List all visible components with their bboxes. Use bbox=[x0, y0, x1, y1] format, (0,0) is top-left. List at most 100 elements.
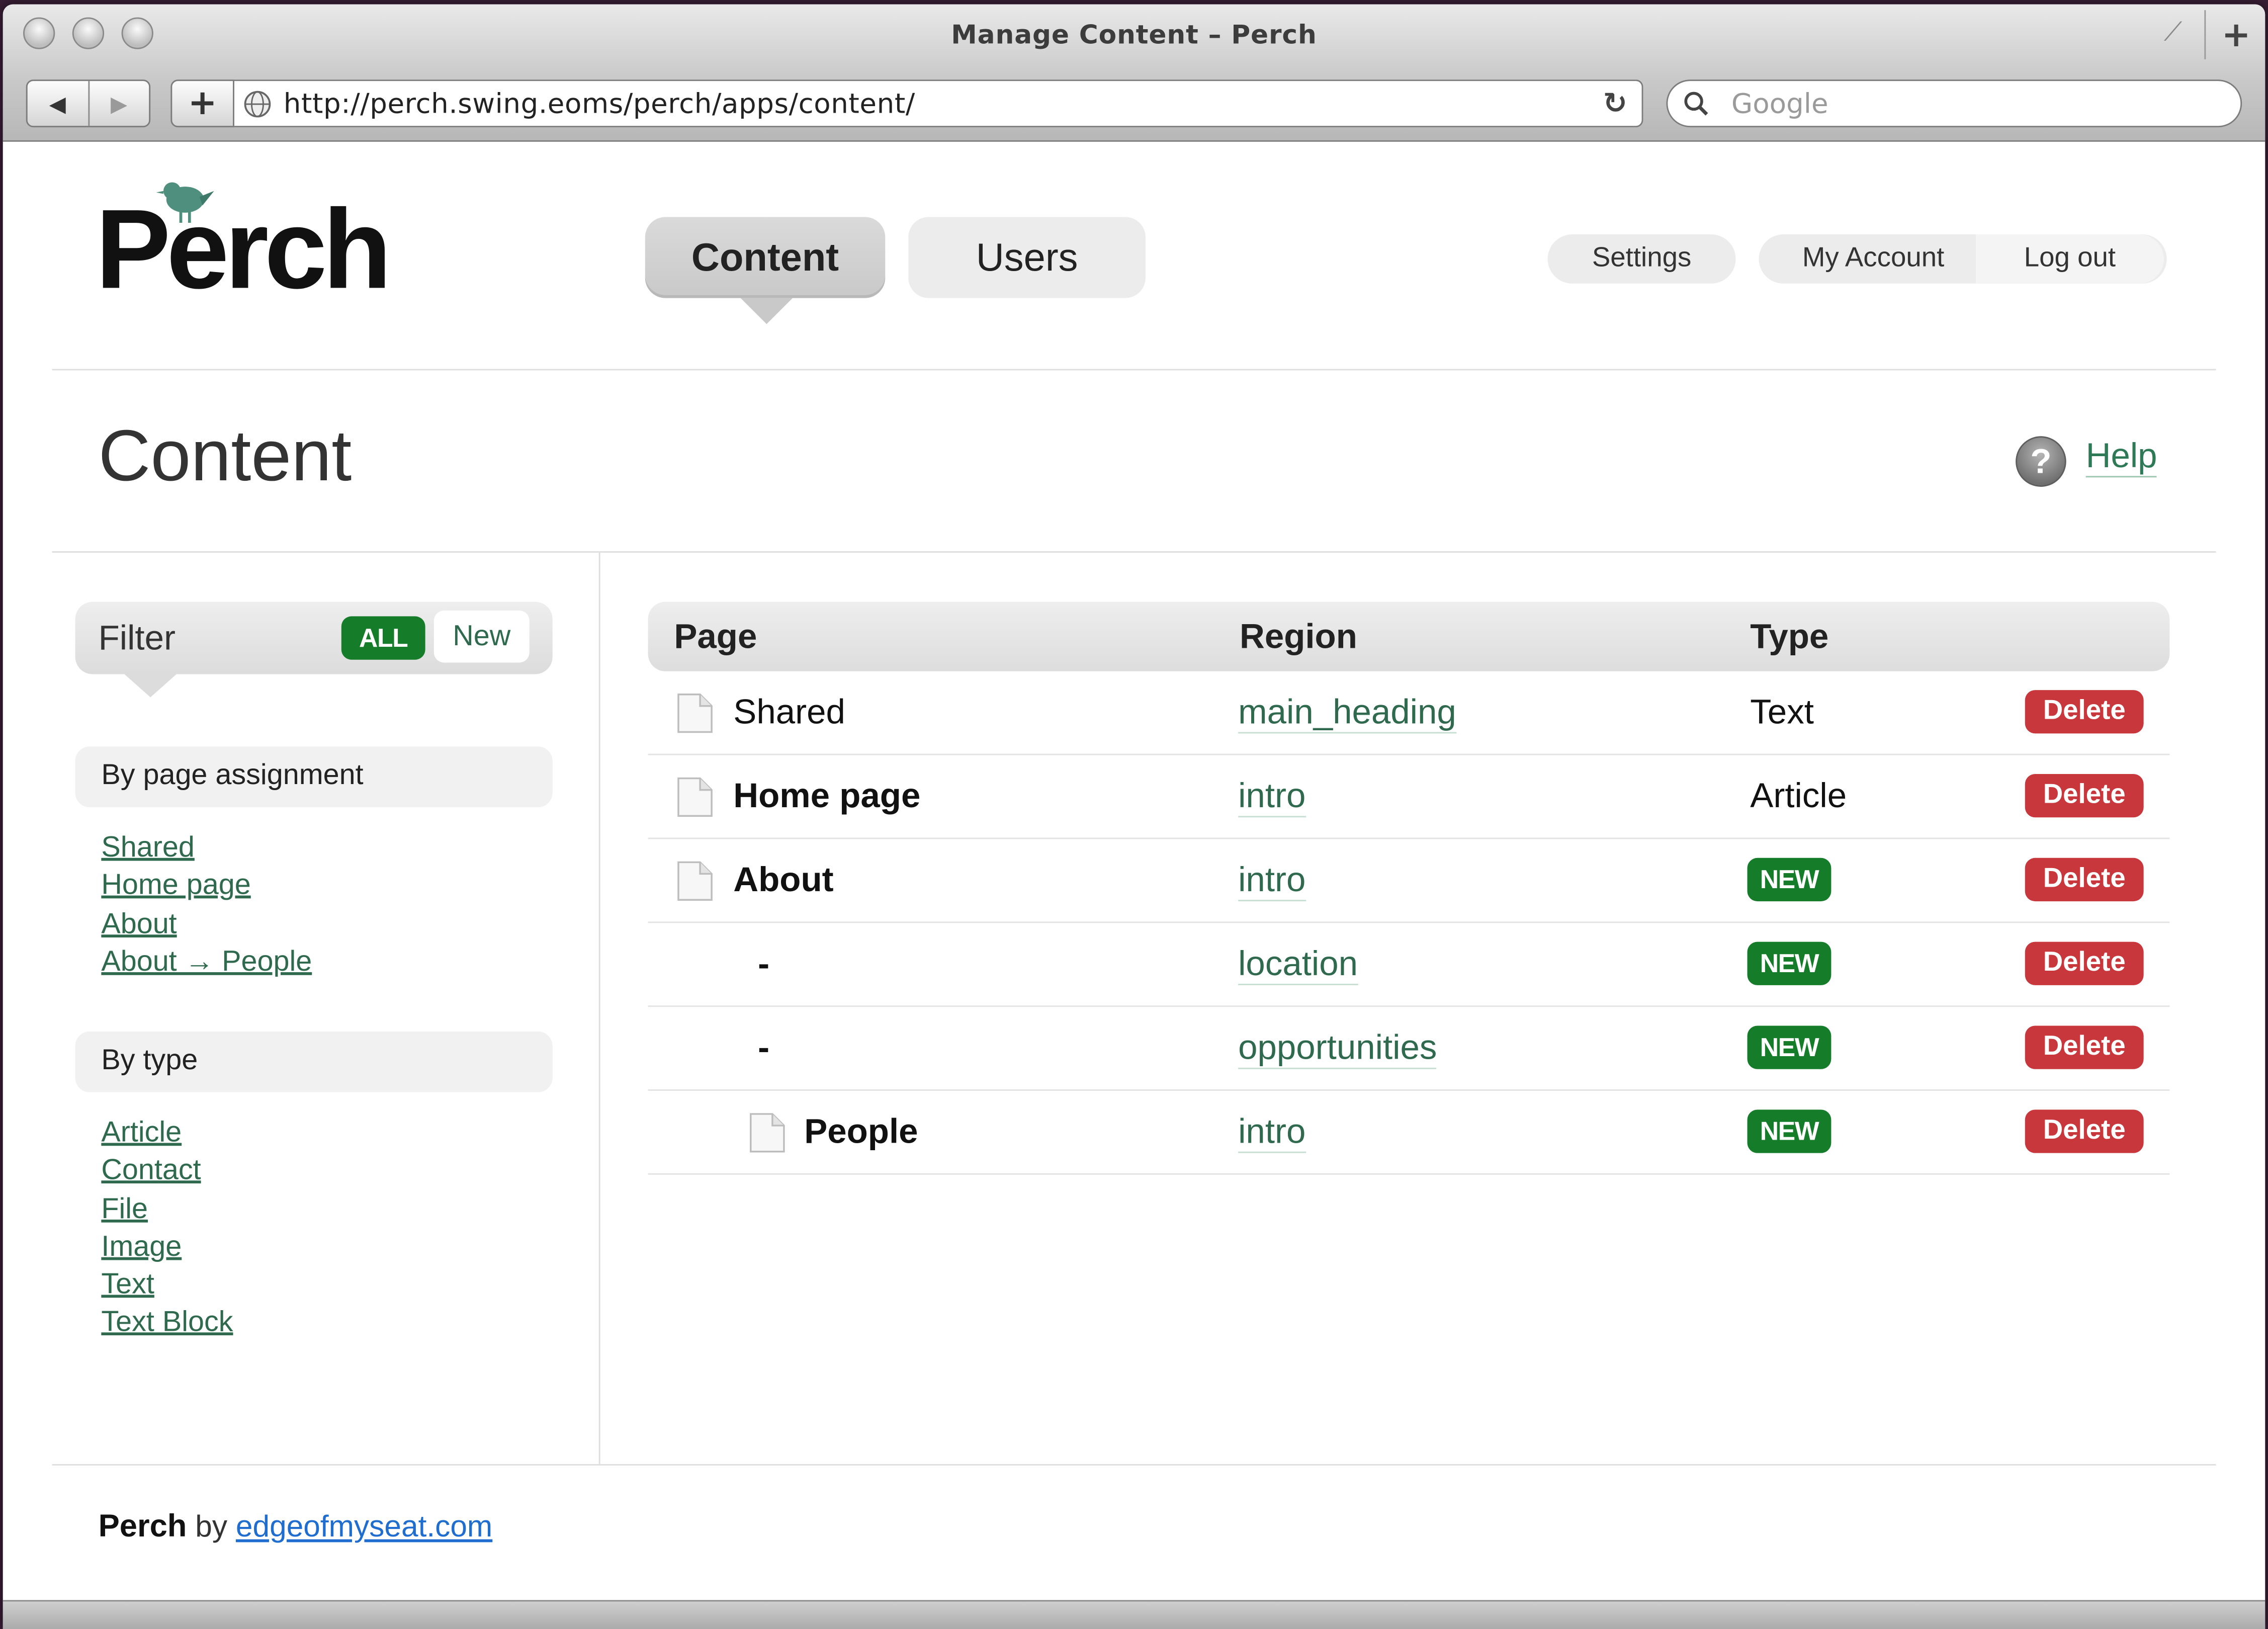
site-globe-icon bbox=[244, 91, 271, 118]
type-value: Article bbox=[1750, 777, 1847, 816]
page-icon bbox=[677, 694, 713, 733]
delete-button[interactable]: Delete bbox=[2025, 774, 2144, 818]
add-bookmark-button[interactable]: + bbox=[170, 79, 234, 128]
tab-content[interactable]: Content bbox=[645, 217, 886, 298]
logo-wordmark: Perch bbox=[95, 185, 392, 313]
account-menu: My Account Log out bbox=[1759, 234, 2167, 284]
table-row: Home page intro Article Delete bbox=[648, 754, 2170, 839]
table-row: - location NEW Delete bbox=[648, 921, 2170, 1007]
region-link[interactable]: intro bbox=[1238, 777, 1306, 818]
page-icon bbox=[677, 861, 713, 901]
toolbar-toggle-icon[interactable]: ⟋ bbox=[2164, 18, 2182, 48]
address-bar[interactable]: http://perch.swing.eoms/perch/apps/conte… bbox=[234, 79, 1643, 128]
footer-link[interactable]: edgeofmyseat.com bbox=[236, 1510, 492, 1544]
search-placeholder: Google bbox=[1731, 88, 1828, 120]
column-header-page: Page bbox=[674, 618, 757, 657]
help-link[interactable]: Help bbox=[2085, 438, 2157, 478]
table-row: - opportunities NEW Delete bbox=[648, 1005, 2170, 1091]
status-bar bbox=[3, 1600, 2265, 1629]
browser-window: Manage Content – Perch ⟋ + ◀ ▶ + http://… bbox=[3, 4, 2265, 1629]
help-icon[interactable]: ? bbox=[2014, 434, 2068, 489]
list-item: Image bbox=[101, 1231, 233, 1269]
delete-button[interactable]: Delete bbox=[2025, 690, 2144, 734]
reload-icon[interactable]: ↻ bbox=[1603, 85, 1627, 120]
page-name: About bbox=[733, 861, 834, 900]
by-type-list: Article Contact File Image Text Text Blo… bbox=[101, 1117, 233, 1345]
tab-users[interactable]: Users bbox=[908, 217, 1146, 298]
title-divider bbox=[52, 551, 2216, 553]
footer: Perch by edgeofmyseat.com bbox=[99, 1507, 493, 1545]
new-badge: NEW bbox=[1747, 1109, 1831, 1153]
filter-link-text-block[interactable]: Text Block bbox=[101, 1307, 233, 1339]
logout-button[interactable]: Log out bbox=[1975, 234, 2164, 284]
page-title: Content bbox=[98, 415, 352, 496]
filter-link-image[interactable]: Image bbox=[101, 1231, 182, 1263]
footer-by: by bbox=[195, 1510, 228, 1544]
browser-toolbar: Manage Content – Perch ⟋ + ◀ ▶ + http://… bbox=[3, 4, 2265, 142]
page-icon bbox=[677, 777, 713, 817]
filter-link-contact[interactable]: Contact bbox=[101, 1155, 201, 1186]
region-link[interactable]: location bbox=[1238, 945, 1358, 985]
delete-button[interactable]: Delete bbox=[2025, 858, 2144, 902]
filter-link-file[interactable]: File bbox=[101, 1193, 148, 1225]
header-divider bbox=[52, 369, 2216, 371]
list-item: About → People bbox=[101, 946, 312, 984]
footer-brand: Perch bbox=[98, 1507, 187, 1544]
region-link[interactable]: main_heading bbox=[1238, 693, 1456, 734]
corner-add-button[interactable]: + bbox=[2204, 10, 2265, 59]
by-type-heading: By type bbox=[75, 1031, 553, 1092]
new-badge: NEW bbox=[1747, 858, 1831, 902]
perch-logo[interactable]: Perch bbox=[96, 170, 392, 307]
settings-button[interactable]: Settings bbox=[1547, 234, 1736, 284]
page-name: Shared bbox=[733, 693, 845, 732]
page-icon bbox=[750, 1113, 785, 1153]
list-item: Text Block bbox=[101, 1307, 233, 1345]
list-item: Article bbox=[101, 1117, 233, 1155]
region-link[interactable]: intro bbox=[1238, 1112, 1306, 1153]
type-value: Text bbox=[1750, 693, 1814, 732]
filter-link-about-people[interactable]: About → People bbox=[101, 946, 312, 978]
filter-all-button[interactable]: ALL bbox=[341, 616, 425, 660]
filter-bar: Filter ALL New bbox=[75, 602, 553, 674]
my-account-button[interactable]: My Account bbox=[1759, 243, 1945, 275]
delete-button[interactable]: Delete bbox=[2025, 1109, 2144, 1153]
url-text: http://perch.swing.eoms/perch/apps/conte… bbox=[283, 88, 915, 120]
list-item: Text bbox=[101, 1269, 233, 1307]
page-name: - bbox=[758, 1028, 770, 1068]
table-row: Shared main_heading Text Delete bbox=[648, 670, 2170, 755]
delete-button[interactable]: Delete bbox=[2025, 941, 2144, 985]
region-link[interactable]: opportunities bbox=[1238, 1028, 1437, 1069]
list-item: File bbox=[101, 1193, 233, 1231]
table-row: People intro NEW Delete bbox=[648, 1089, 2170, 1175]
search-field[interactable]: Google bbox=[1666, 79, 2242, 128]
new-badge: NEW bbox=[1747, 1025, 1831, 1069]
footer-divider bbox=[52, 1464, 2216, 1466]
list-item: Home page bbox=[101, 870, 312, 908]
search-icon bbox=[1684, 92, 1708, 116]
delete-button[interactable]: Delete bbox=[2025, 1025, 2144, 1069]
list-item: About bbox=[101, 908, 312, 946]
page-name: - bbox=[758, 945, 770, 984]
column-header-region: Region bbox=[1239, 618, 1357, 657]
perch-admin-page: Perch Content Users Settings My Account … bbox=[3, 141, 2265, 1600]
filter-link-about[interactable]: About bbox=[101, 908, 177, 939]
active-tab-pointer bbox=[740, 298, 793, 324]
region-link[interactable]: intro bbox=[1238, 861, 1306, 902]
forward-button[interactable]: ▶ bbox=[88, 81, 149, 126]
filter-link-article[interactable]: Article bbox=[101, 1117, 182, 1149]
filter-link-text[interactable]: Text bbox=[101, 1269, 154, 1301]
window-title: Manage Content – Perch bbox=[951, 20, 1317, 51]
by-page-heading: By page assignment bbox=[75, 746, 553, 808]
by-page-list: Shared Home page About About → People bbox=[101, 832, 312, 984]
filter-link-shared[interactable]: Shared bbox=[101, 832, 195, 864]
column-header-type: Type bbox=[1750, 618, 1829, 657]
list-item: Contact bbox=[101, 1155, 233, 1193]
back-button[interactable]: ◀ bbox=[28, 81, 88, 126]
page-name: Home page bbox=[733, 777, 921, 816]
filter-new-button[interactable]: New bbox=[433, 610, 530, 663]
svg-text:?: ? bbox=[2030, 442, 2051, 481]
new-badge: NEW bbox=[1747, 941, 1831, 985]
page-name: People bbox=[804, 1112, 918, 1152]
list-item: Shared bbox=[101, 832, 312, 870]
filter-link-home-page[interactable]: Home page bbox=[101, 870, 250, 902]
